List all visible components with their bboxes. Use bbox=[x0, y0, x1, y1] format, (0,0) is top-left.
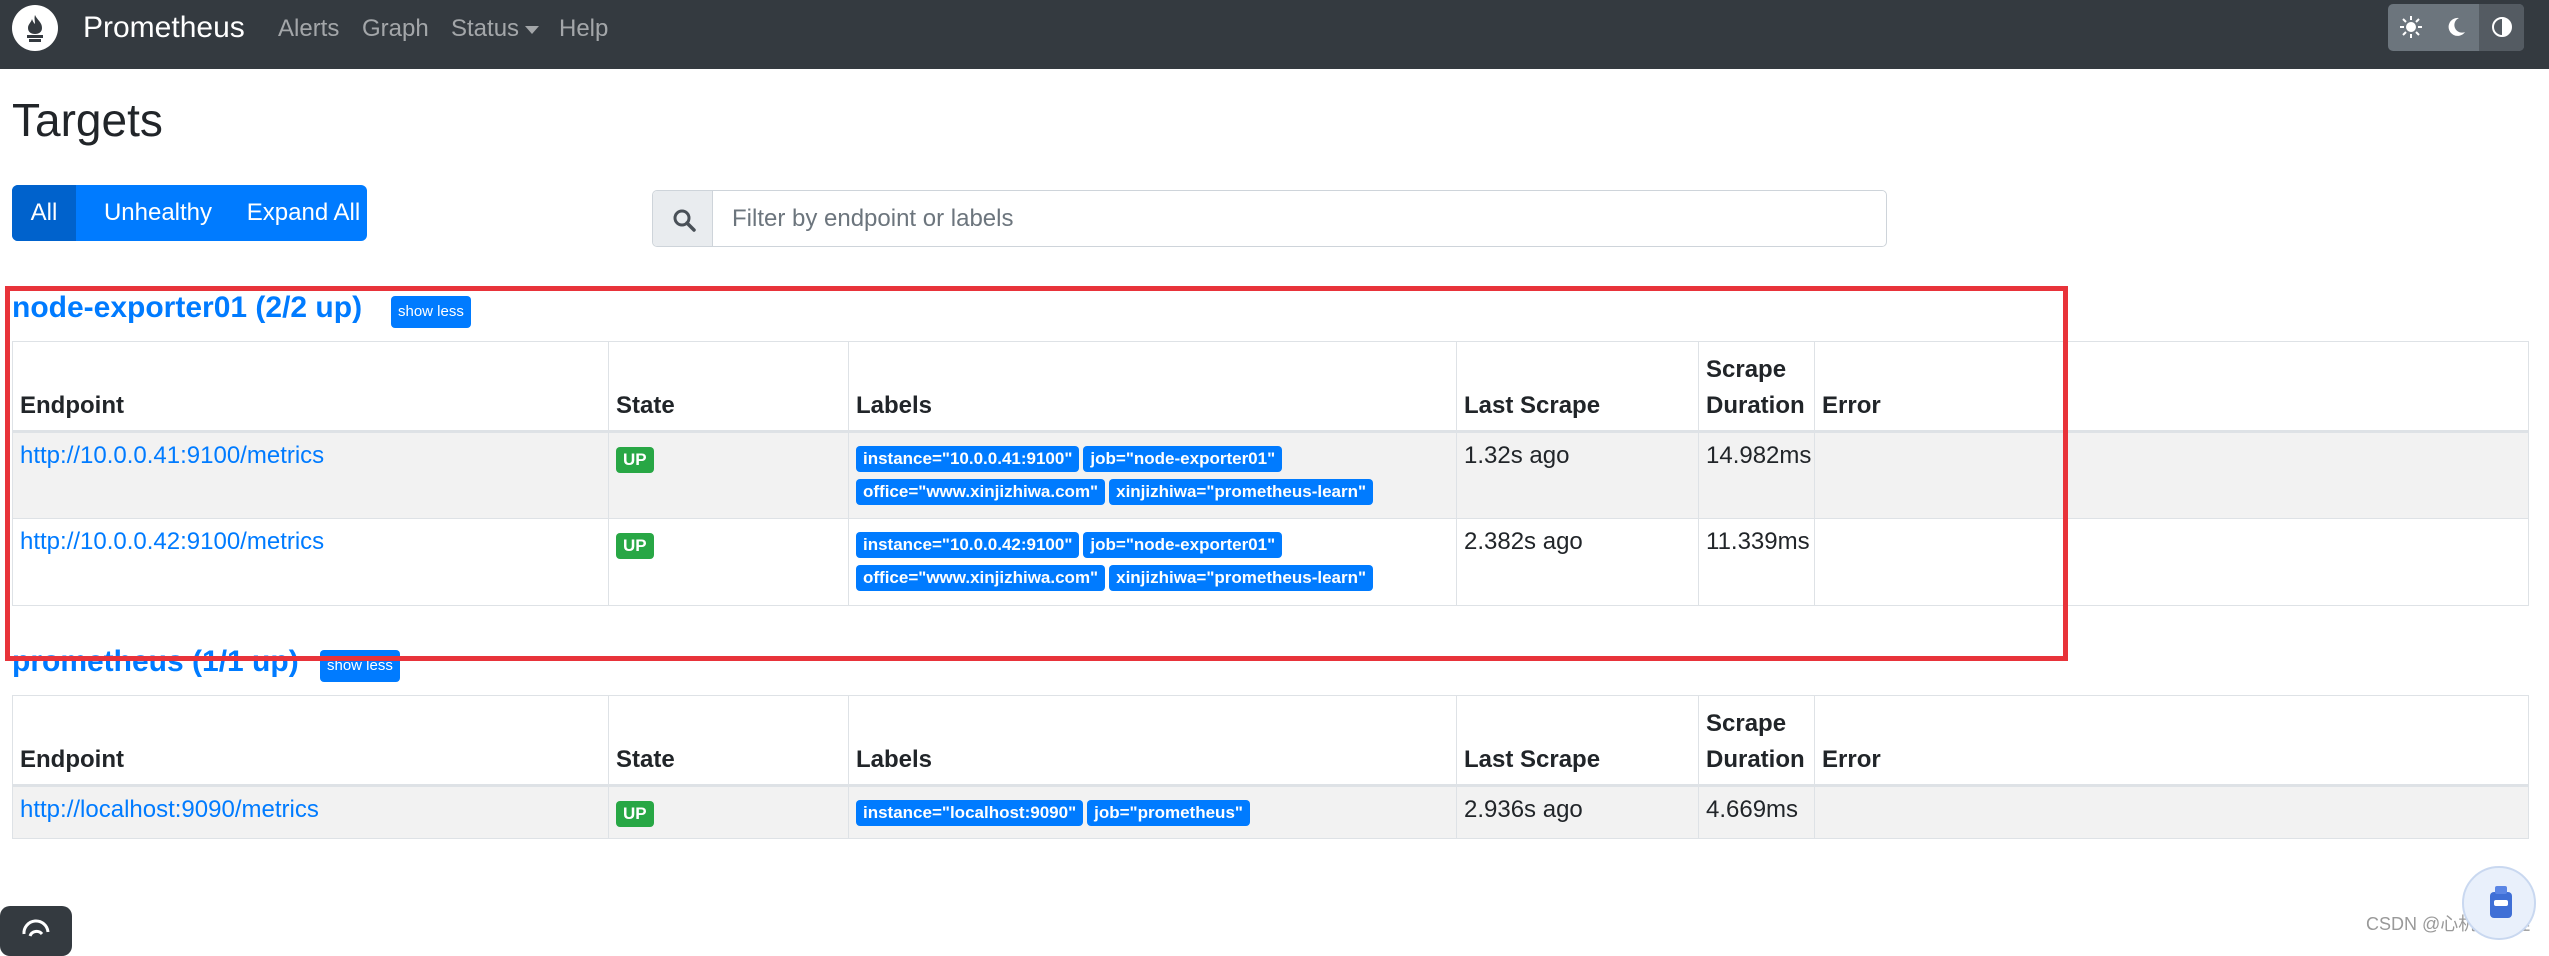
search-input[interactable] bbox=[714, 191, 1884, 246]
endpoint-link[interactable]: http://10.0.0.42:9100/metrics bbox=[20, 528, 324, 555]
col-scrape-duration: Scrape Duration bbox=[1698, 695, 1815, 787]
targets-table-node-exporter01: Endpoint State Labels Last Scrape Scrape… bbox=[12, 341, 2529, 606]
pool-title-prometheus[interactable]: prometheus (1/1 up) bbox=[12, 644, 299, 680]
last-scrape-value: 2.382s ago bbox=[1456, 518, 1699, 606]
col-last-scrape: Last Scrape bbox=[1456, 695, 1699, 787]
endpoint-link[interactable]: http://localhost:9090/metrics bbox=[20, 796, 319, 823]
col-state: State bbox=[608, 341, 849, 433]
label-badge: job="node-exporter01" bbox=[1083, 446, 1283, 472]
col-error: Error bbox=[1814, 341, 2529, 433]
show-less-button[interactable]: show less bbox=[391, 296, 471, 328]
scrape-duration-value: 4.669ms bbox=[1698, 785, 1815, 839]
light-theme-button[interactable] bbox=[2388, 4, 2433, 51]
prometheus-logo-icon[interactable] bbox=[12, 5, 58, 51]
label-badge: job="node-exporter01" bbox=[1083, 532, 1283, 558]
label-badge: instance="localhost:9090" bbox=[856, 800, 1084, 826]
label-badge: xinjizhiwa="prometheus-learn" bbox=[1109, 479, 1374, 505]
pool-title-node-exporter01[interactable]: node-exporter01 (2/2 up) bbox=[12, 290, 362, 326]
col-endpoint: Endpoint bbox=[12, 695, 609, 787]
scrape-duration-value: 14.982ms bbox=[1698, 431, 1815, 519]
col-endpoint: Endpoint bbox=[12, 341, 609, 433]
nav-alerts[interactable]: Alerts bbox=[278, 14, 339, 44]
label-badge: job="prometheus" bbox=[1087, 800, 1250, 826]
unhealthy-button[interactable]: Unhealthy bbox=[76, 185, 240, 241]
nav-graph[interactable]: Graph bbox=[362, 14, 429, 44]
refresh-icon bbox=[22, 919, 50, 937]
label-badge: office="www.xinjizhiwa.com" bbox=[856, 565, 1106, 591]
last-scrape-value: 1.32s ago bbox=[1456, 431, 1699, 519]
search-icon bbox=[673, 209, 696, 232]
theme-switcher bbox=[2388, 4, 2524, 51]
brand-title[interactable]: Prometheus bbox=[83, 10, 245, 46]
table-row: http://10.0.0.41:9100/metrics UP instanc… bbox=[12, 431, 2529, 519]
moon-icon bbox=[2448, 17, 2465, 36]
error-value bbox=[1814, 431, 2529, 519]
nav-status-dropdown[interactable]: Status bbox=[451, 14, 540, 44]
col-last-scrape: Last Scrape bbox=[1456, 341, 1699, 433]
label-badge: office="www.xinjizhiwa.com" bbox=[856, 479, 1106, 505]
dark-theme-button[interactable] bbox=[2433, 4, 2478, 51]
search-box bbox=[652, 190, 1887, 247]
status-badge: UP bbox=[616, 801, 654, 827]
status-badge: UP bbox=[616, 447, 654, 473]
expand-all-button[interactable]: Expand All bbox=[240, 185, 367, 241]
label-badge: instance="10.0.0.41:9100" bbox=[856, 446, 1080, 472]
corner-widget[interactable] bbox=[0, 906, 72, 956]
page-title: Targets bbox=[12, 94, 163, 146]
status-badge: UP bbox=[616, 533, 654, 559]
label-badge: xinjizhiwa="prometheus-learn" bbox=[1109, 565, 1374, 591]
nav-status-label: Status bbox=[451, 15, 520, 42]
table-row: http://localhost:9090/metrics UP instanc… bbox=[12, 785, 2529, 839]
sun-icon bbox=[2400, 16, 2422, 38]
all-button[interactable]: All bbox=[12, 185, 76, 241]
search-prepend bbox=[653, 191, 713, 246]
col-error: Error bbox=[1814, 695, 2529, 787]
navbar: Prometheus Alerts Graph Status Help bbox=[0, 0, 2549, 69]
half-circle-icon bbox=[2492, 17, 2512, 37]
error-value bbox=[1814, 785, 2529, 839]
col-state: State bbox=[608, 695, 849, 787]
label-badge: instance="10.0.0.42:9100" bbox=[856, 532, 1080, 558]
scrape-duration-value: 11.339ms bbox=[1698, 518, 1815, 606]
robot-icon bbox=[2490, 886, 2512, 918]
filter-button-group: All Unhealthy Expand All bbox=[12, 185, 367, 241]
last-scrape-value: 2.936s ago bbox=[1456, 785, 1699, 839]
show-less-button[interactable]: show less bbox=[320, 650, 400, 682]
endpoint-link[interactable]: http://10.0.0.41:9100/metrics bbox=[20, 442, 324, 469]
caret-down-icon bbox=[525, 25, 540, 34]
col-scrape-duration: Scrape Duration bbox=[1698, 341, 1815, 433]
error-value bbox=[1814, 518, 2529, 606]
col-labels: Labels bbox=[848, 695, 1457, 787]
col-labels: Labels bbox=[848, 341, 1457, 433]
assistant-avatar[interactable] bbox=[2462, 866, 2536, 940]
nav-help[interactable]: Help bbox=[559, 14, 608, 44]
table-row: http://10.0.0.42:9100/metrics UP instanc… bbox=[12, 518, 2529, 606]
auto-theme-button[interactable] bbox=[2479, 4, 2524, 51]
targets-table-prometheus: Endpoint State Labels Last Scrape Scrape… bbox=[12, 695, 2529, 839]
